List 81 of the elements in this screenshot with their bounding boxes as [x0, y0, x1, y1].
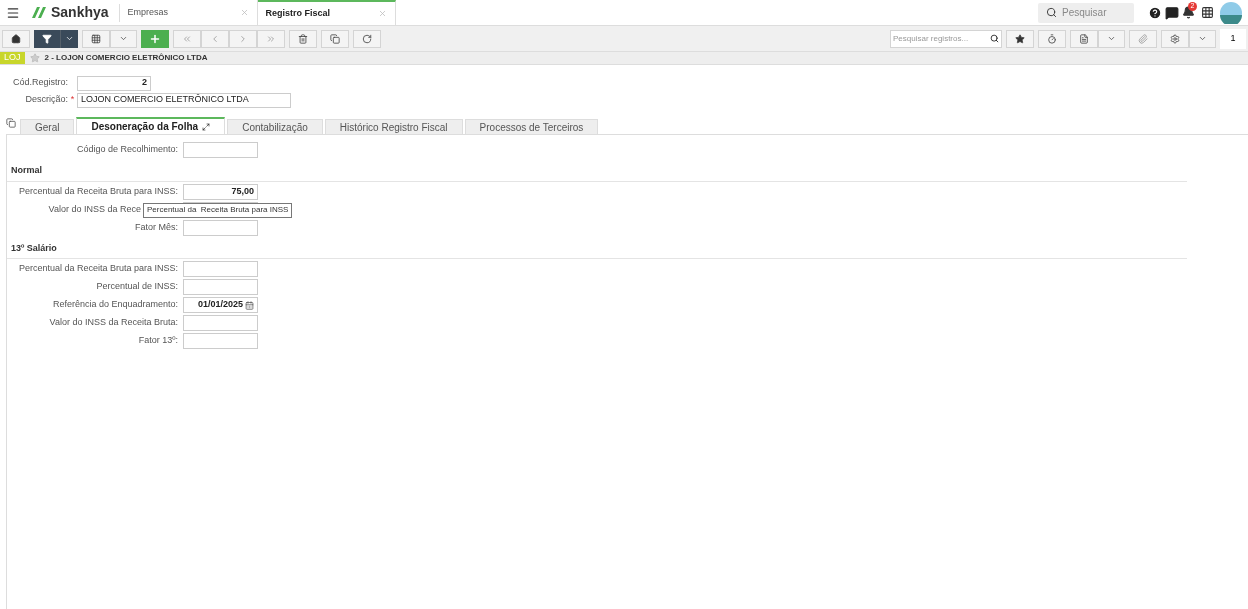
app-tab[interactable]: Empresas — [119, 0, 258, 26]
field-label: Valor do INSS da Receita Bruta: — [49, 316, 178, 330]
grid-icon — [91, 33, 101, 44]
tab[interactable]: Histórico Registro Fiscal — [324, 119, 463, 135]
caret-icon — [65, 34, 74, 43]
star-icon[interactable] — [29, 53, 40, 63]
copy-icon[interactable] — [6, 118, 16, 128]
avatar[interactable] — [1220, 1, 1242, 24]
refresh-icon — [362, 33, 372, 44]
input-field[interactable] — [183, 142, 258, 158]
star-icon — [1015, 33, 1025, 44]
record-counter: 1 — [1220, 28, 1246, 49]
tab[interactable]: Desoneração da Folha — [76, 117, 226, 135]
field-label: Referência do Enquadramento: — [52, 298, 178, 312]
grid-button[interactable] — [82, 29, 110, 48]
refresh-button[interactable] — [353, 29, 381, 48]
calendar-icon[interactable] — [245, 300, 254, 310]
tooltip: Percentual da Receita Bruta para INSS — [143, 202, 293, 218]
settings-icon — [1170, 33, 1180, 44]
settings-button[interactable] — [1161, 29, 1189, 48]
tab[interactable]: Geral — [20, 119, 75, 135]
filter-icon — [42, 33, 52, 44]
filter-button[interactable] — [34, 29, 60, 48]
section-title: 13º Salário — [11, 241, 58, 255]
field-label: Cód.Registro: — [11, 76, 68, 90]
caret-icon — [1107, 34, 1116, 43]
date-field[interactable]: 01/01/2025 — [183, 297, 258, 313]
stopwatch-icon — [1047, 33, 1057, 44]
close-icon[interactable] — [377, 9, 387, 18]
input-field[interactable] — [183, 279, 258, 295]
help-icon[interactable] — [1148, 5, 1162, 20]
chat-icon[interactable] — [1165, 5, 1179, 20]
field-label: Percentual de INSS: — [96, 280, 178, 294]
chevron-left-icon — [210, 33, 220, 44]
home-icon — [11, 33, 21, 44]
tab[interactable]: Processos de Terceiros — [464, 119, 599, 135]
double-chevron-right-icon — [266, 33, 276, 44]
logo-icon — [30, 6, 48, 19]
input-field[interactable]: LOJON COMERCIO ELETRÔNICO LTDA — [77, 92, 291, 108]
document-icon — [1079, 33, 1089, 44]
home-button[interactable] — [2, 29, 30, 48]
input-field[interactable] — [183, 315, 258, 331]
plus-icon — [149, 32, 161, 45]
logo-text: Sankhya — [51, 3, 109, 22]
caret-icon — [1198, 34, 1207, 43]
field-label: Percentual da Receita Bruta para INSS: — [18, 184, 178, 198]
copy-button[interactable] — [321, 29, 349, 48]
section-title: Normal — [11, 164, 43, 177]
expand-icon[interactable] — [202, 122, 211, 131]
dropdown-button[interactable] — [60, 29, 78, 48]
attachment-button[interactable] — [1129, 29, 1157, 48]
field-label: Fator Mês: — [135, 220, 178, 234]
input-field[interactable] — [183, 333, 258, 349]
menu-icon[interactable] — [6, 5, 20, 20]
trash-icon — [298, 33, 308, 44]
required-mark: * — [70, 93, 75, 107]
input-field[interactable] — [183, 261, 258, 277]
delete-button[interactable] — [289, 29, 317, 48]
close-icon[interactable] — [239, 8, 249, 17]
chevron-right-icon — [238, 33, 248, 44]
search-icon — [1046, 7, 1057, 18]
document-button[interactable] — [1070, 29, 1098, 48]
record-title: 2 - LOJON COMERCIO ELETRÔNICO LTDA — [44, 52, 208, 64]
field-label: Fator 13º: — [138, 334, 178, 348]
input-field[interactable]: 75,00 — [183, 183, 258, 200]
field-label: Valor do INSS da Rece — [48, 202, 141, 216]
input-field[interactable]: 2 — [77, 75, 151, 91]
apps-icon[interactable] — [1201, 6, 1214, 19]
tab[interactable]: Contabilização — [227, 119, 323, 135]
search-icon — [990, 34, 999, 43]
field-label: Código de Recolhimento: — [76, 143, 178, 157]
record-tag: LOJ — [0, 52, 25, 64]
field-label: Percentual da Receita Bruta para INSS: — [18, 262, 178, 276]
add-button[interactable] — [141, 29, 169, 48]
favorite-button[interactable] — [1006, 29, 1034, 48]
paperclip-icon — [1138, 33, 1148, 44]
input-field[interactable] — [183, 219, 258, 236]
double-chevron-left-icon — [182, 33, 192, 44]
field-label: Descrição: — [24, 93, 68, 107]
caret-icon — [119, 34, 128, 43]
copy-icon — [330, 33, 340, 44]
